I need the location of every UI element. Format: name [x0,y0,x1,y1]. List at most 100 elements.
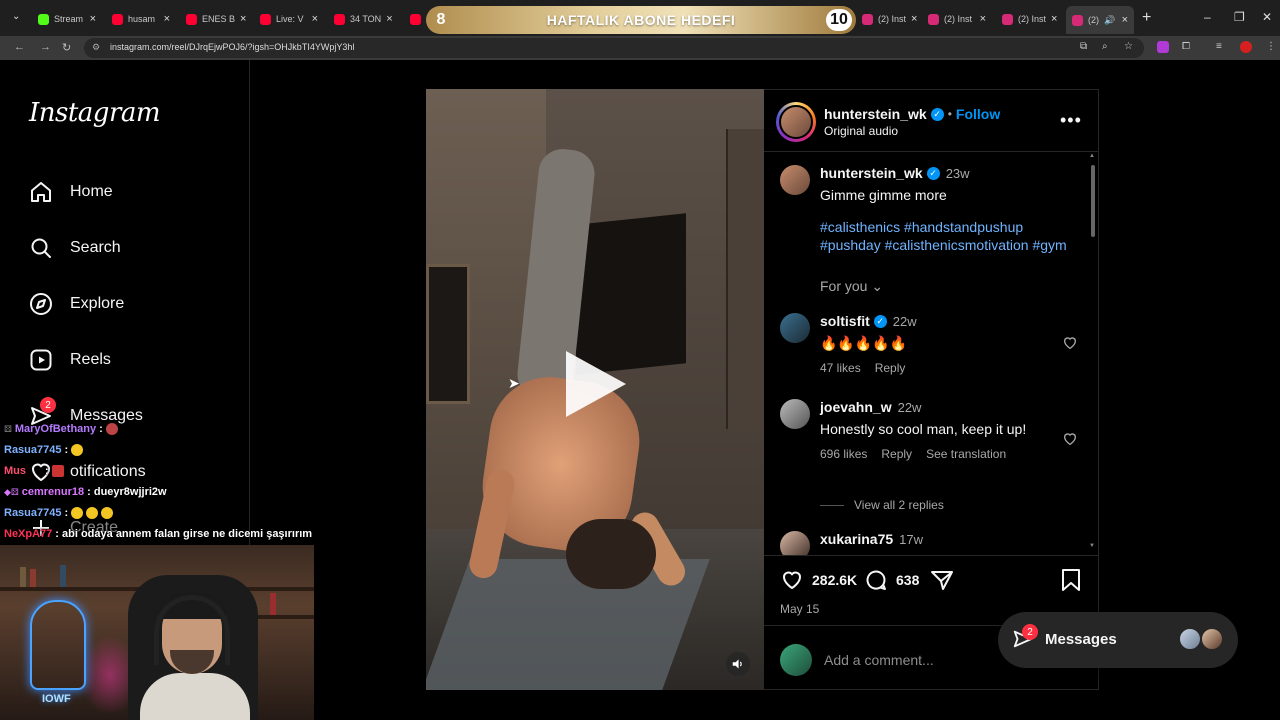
nav-reels[interactable]: Reels [28,346,111,374]
comments-list[interactable]: hunterstein_wk ✓ 23w Gimme gimme more #c… [764,153,1099,555]
browser-tab[interactable]: (2) Inst × [996,8,1062,30]
comment-button[interactable]: 638 [864,568,919,592]
scroll-thumb[interactable] [1091,165,1095,237]
save-button[interactable] [1060,568,1082,592]
verified-badge-icon: ✓ [873,314,887,328]
comment-username[interactable]: xukarina75 [820,531,893,547]
url-field[interactable]: ⚙ instagram.com/reel/DJrqEjwPOJ6/?igsh=O… [84,38,1144,58]
comment-username[interactable]: soltisfit [820,313,870,329]
close-icon[interactable]: × [911,13,917,25]
more-options-icon[interactable]: ••• [1060,110,1082,131]
comment-count: 638 [896,572,920,588]
post-username[interactable]: hunterstein_wk [824,106,927,122]
reload-icon[interactable]: ↻ [62,41,71,54]
messages-widget-label: Messages [1045,631,1117,648]
site-info-icon[interactable]: ⚙ [92,42,100,53]
chat-username: NeXpA77 [4,528,53,540]
scroll-down-icon[interactable]: ▼ [1089,543,1095,549]
nav-label: otifications [70,463,146,480]
chat-text: : [64,444,69,456]
close-icon[interactable]: × [240,13,246,25]
audio-toggle-button[interactable] [726,652,750,676]
browser-tab[interactable]: (2) Inst × [922,8,992,30]
comments-scrollbar[interactable]: ▲ ▼ [1089,153,1097,555]
reply-button[interactable]: Reply [875,361,906,375]
avatar[interactable] [780,165,810,195]
tab-search-icon[interactable]: ⌄ [12,11,20,22]
tab-label: Stream [54,14,84,24]
avatar[interactable] [780,531,810,555]
heart-icon [782,571,802,590]
close-icon[interactable]: × [980,13,986,25]
extension-icon[interactable] [1157,41,1169,53]
media-control-icon[interactable]: ≡ [1216,41,1222,52]
nav-search[interactable]: Search [28,234,121,262]
tab-label: ENES B [202,14,236,24]
like-count[interactable]: 282.6K [812,572,857,588]
hashtag-links[interactable]: #calisthenics #handstandpushup #pushday … [820,219,1067,253]
comment-likes[interactable]: 47 likes [820,361,861,375]
messages-widget[interactable]: 2 Messages [998,612,1238,668]
new-tab-button[interactable]: + [1142,9,1151,27]
bookmark-star-icon[interactable]: ☆ [1124,41,1133,52]
browser-tab[interactable]: 34 TON × [328,8,398,30]
window-close-icon[interactable]: ✕ [1262,10,1272,24]
share-button[interactable] [930,568,954,592]
browser-tab-active[interactable]: (2) 🔊 × [1066,6,1134,34]
like-button[interactable]: 282.6K [780,568,857,592]
nav-explore[interactable]: Explore [28,290,124,318]
browser-menu-icon[interactable]: ⋮ [1266,41,1276,52]
install-app-icon[interactable]: ⧉ [1080,41,1087,52]
scroll-up-icon[interactable]: ▲ [1089,153,1095,159]
chat-message: ◆⚄ cemrenur18 : dueyr8wjjri2w [4,486,167,498]
audio-link[interactable]: Original audio [824,124,898,138]
book [20,567,26,587]
close-icon[interactable]: × [164,13,170,25]
goal-current: 8 [436,11,446,28]
play-icon[interactable] [566,351,626,417]
comment-sort-dropdown[interactable]: For you ⌄ [820,278,883,295]
like-comment-icon[interactable] [1062,431,1078,452]
browser-tab[interactable]: Stream × [32,8,102,30]
nav-label: Reels [70,351,111,368]
instagram-logo[interactable]: Instagram [29,98,161,128]
caption-username[interactable]: hunterstein_wk [820,165,923,181]
see-translation-button[interactable]: See translation [926,447,1006,461]
reply-button[interactable]: Reply [881,447,912,461]
kick-icon [38,13,49,25]
avatar[interactable] [780,313,810,343]
emote-icon [101,507,114,519]
close-icon[interactable]: × [90,13,96,25]
browser-tab[interactable]: husam × [106,8,176,30]
view-replies-button[interactable]: View all 2 replies [820,498,944,512]
url-text[interactable]: instagram.com/reel/DJrqEjwPOJ6/?igsh=OHJ… [110,42,354,52]
story-ring[interactable] [776,102,816,142]
close-icon[interactable]: × [386,13,392,25]
follow-button[interactable]: Follow [956,106,1000,122]
current-user-avatar[interactable] [780,644,812,676]
comment-username[interactable]: joevahn_w [820,399,892,415]
reel-video[interactable]: ➤ [426,89,764,690]
browser-tab[interactable]: Live: V × [254,8,324,30]
back-icon[interactable]: ← [14,41,25,53]
close-icon[interactable]: × [1122,14,1128,26]
extensions-puzzle-icon[interactable]: ⧠ [1182,41,1190,52]
browser-tab[interactable]: (2) Inst × [856,8,922,30]
caption-hashtags[interactable]: #calisthenics #handstandpushup #pushday … [820,218,1080,254]
browser-tab[interactable]: ENES B × [180,8,250,30]
profile-icon[interactable] [1240,41,1252,53]
close-icon[interactable]: × [312,13,318,25]
zoom-icon[interactable]: ⌕ [1102,41,1108,52]
tab-label: husam [128,14,156,24]
comment-likes[interactable]: 696 likes [820,447,867,461]
video-door [726,129,764,429]
browser-tab[interactable] [404,8,426,30]
maximize-icon[interactable]: ❐ [1234,10,1245,24]
avatar[interactable] [780,399,810,429]
close-icon[interactable]: × [1051,13,1057,25]
nav-home[interactable]: Home [28,178,113,206]
minimize-icon[interactable]: – [1204,10,1211,24]
forward-icon[interactable]: → [40,41,51,53]
comment-input[interactable]: Add a comment... [824,652,934,668]
like-comment-icon[interactable] [1062,335,1078,356]
